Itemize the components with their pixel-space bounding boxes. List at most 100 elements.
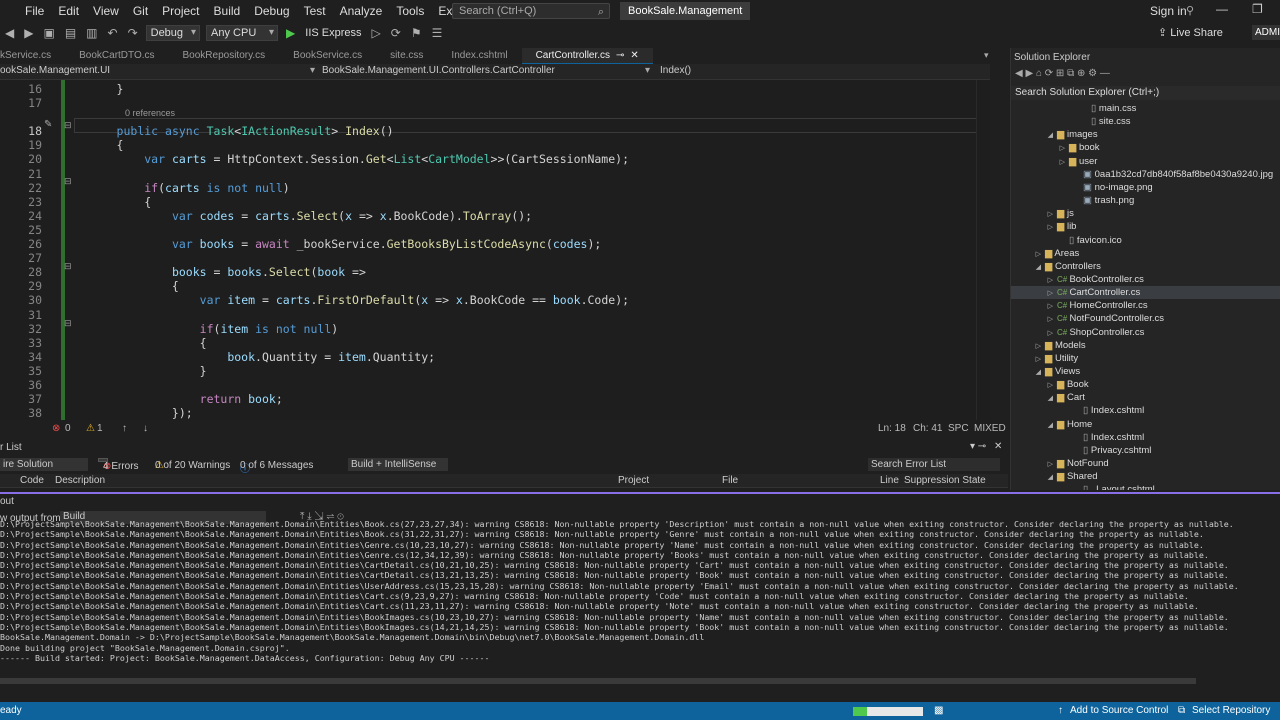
open-icon[interactable]: ▤ xyxy=(60,26,81,40)
code-line[interactable]: var carts = HttpContext.Session.Get<List… xyxy=(75,152,629,166)
tab-index-cshtml[interactable]: Index.cshtml xyxy=(437,48,521,64)
code-line[interactable] xyxy=(75,251,117,265)
live-share-button[interactable]: ⇪ Live Share xyxy=(1158,26,1223,39)
tab-bookcartdto[interactable]: BookCartDTO.cs xyxy=(65,48,168,64)
tree-item[interactable]: ▯ site.css xyxy=(1011,115,1131,128)
solution-explorer-toolbar[interactable]: ◀ ▶ ⌂ ⟳ ⊞ ⧉ ⊕ ⚙ — xyxy=(1015,68,1110,79)
line-ending-mode[interactable]: MIXED xyxy=(974,423,1006,434)
close-tab-icon[interactable]: ✕ xyxy=(630,48,638,63)
nav-forward-icon[interactable]: ▶ xyxy=(19,26,38,40)
tree-item[interactable]: ▷ ▆ Areas xyxy=(1011,247,1080,260)
collapsed-chevron-icon[interactable]: ▷ xyxy=(1011,300,1057,313)
menu-analyze[interactable]: Analyze xyxy=(333,0,390,22)
fold-icon[interactable]: ⊟ xyxy=(64,176,72,187)
select-repository[interactable]: Select Repository xyxy=(1192,705,1270,716)
search-input[interactable]: Search (Ctrl+Q) ⌕ xyxy=(452,3,610,19)
sign-in-link[interactable]: Sign in xyxy=(1150,0,1187,22)
code-line[interactable] xyxy=(75,378,117,392)
comment-icon[interactable]: ☰ xyxy=(427,26,448,40)
tree-item[interactable]: ▣ no-image.png xyxy=(1011,181,1153,194)
fold-icon[interactable]: ⊟ xyxy=(64,261,72,272)
error-scope-select[interactable]: ire Solution xyxy=(0,458,88,471)
run-icon[interactable]: ▶ xyxy=(281,26,300,40)
tab-bookservice-partial[interactable]: kService.cs xyxy=(0,48,65,64)
tree-item[interactable]: ▷ ▆ js xyxy=(1011,207,1074,220)
restore-icon[interactable]: ❐ xyxy=(1252,2,1263,16)
code-line[interactable] xyxy=(75,96,117,110)
collapsed-chevron-icon[interactable]: ▷ xyxy=(1011,340,1045,353)
menu-debug[interactable]: Debug xyxy=(247,0,296,22)
fold-icon[interactable]: ⊟ xyxy=(64,120,72,131)
pin-icon[interactable]: ▾ ⊸ xyxy=(970,441,986,452)
tab-overflow-icon[interactable]: ▾ xyxy=(984,50,989,61)
tab-bookservice[interactable]: BookService.cs xyxy=(279,48,376,64)
class-dropdown[interactable]: BookSale.Management.UI.Controllers.CartC… xyxy=(322,65,555,76)
collapsed-chevron-icon[interactable]: ▷ xyxy=(1011,156,1069,169)
tree-item[interactable]: ▷ C# BookController.cs xyxy=(1011,273,1144,286)
errors-filter-button[interactable]: ⊗ 4 Errors xyxy=(98,458,139,472)
code-line[interactable]: { xyxy=(75,336,207,350)
fold-icon[interactable]: ⊟ xyxy=(64,318,72,329)
warning-count[interactable]: 1 xyxy=(97,423,103,434)
collapsed-chevron-icon[interactable]: ▷ xyxy=(1011,221,1057,234)
col-description[interactable]: Description xyxy=(55,475,105,486)
solution-explorer-search[interactable]: Search Solution Explorer (Ctrl+;) xyxy=(1011,86,1280,100)
menu-project[interactable]: Project xyxy=(155,0,206,22)
code-editor[interactable]: 0 references 16 } 17 18 public async Task… xyxy=(0,80,990,420)
add-to-source-control[interactable]: Add to Source Control xyxy=(1070,705,1168,716)
tree-item[interactable]: ▯ favicon.ico xyxy=(1011,234,1122,247)
tab-cartcontroller[interactable]: CartController.cs ⊸ ✕ xyxy=(521,48,653,64)
tree-item[interactable]: ▣ trash.png xyxy=(1011,194,1134,207)
redo-icon[interactable]: ↷ xyxy=(123,26,143,40)
undo-icon[interactable]: ↶ xyxy=(103,26,123,40)
tree-item[interactable]: ▷ ▆ Utility xyxy=(1011,352,1079,366)
code-line[interactable] xyxy=(75,223,117,237)
spacing-mode[interactable]: SPC xyxy=(948,423,969,434)
collapsed-chevron-icon[interactable]: ▷ xyxy=(1011,287,1057,300)
collapsed-chevron-icon[interactable]: ▷ xyxy=(1011,353,1045,366)
code-line[interactable]: if(carts is not null) xyxy=(75,181,289,195)
new-item-icon[interactable]: ▣ xyxy=(38,26,59,40)
tree-item[interactable]: ▷ ▆ Models xyxy=(1011,339,1086,352)
menu-tools[interactable]: Tools xyxy=(389,0,431,22)
code-line[interactable]: { xyxy=(75,279,179,293)
tree-item[interactable]: ▷ ▆ lib xyxy=(1011,220,1077,234)
code-line[interactable]: }); xyxy=(75,406,193,420)
code-line[interactable]: book.Quantity = item.Quantity; xyxy=(75,350,435,364)
code-line[interactable]: var item = carts.FirstOrDefault(x => x.B… xyxy=(75,293,629,307)
refresh-icon[interactable]: ⟳ xyxy=(386,26,406,40)
collapsed-chevron-icon[interactable]: ▷ xyxy=(1011,208,1057,221)
nav-back-icon[interactable]: ◀ xyxy=(0,26,19,40)
menu-test[interactable]: Test xyxy=(297,0,333,22)
menu-git[interactable]: Git xyxy=(126,0,155,22)
tree-item[interactable]: ▯ Privacy.cshtml xyxy=(1011,444,1151,457)
tree-item[interactable]: ▷ C# HomeController.cs xyxy=(1011,299,1148,312)
tree-item[interactable]: ◢ ▆ images xyxy=(1011,128,1098,141)
tree-item[interactable]: ▷ ▆ book xyxy=(1011,141,1100,154)
tree-item[interactable]: ▷ C# NotFoundController.cs xyxy=(1011,312,1164,325)
tab-site-css[interactable]: site.css xyxy=(376,48,437,64)
code-line[interactable]: books = books.Select(book => xyxy=(75,265,366,279)
tree-item[interactable]: ▷ ▆ Book xyxy=(1011,378,1089,391)
run-target-button[interactable]: IIS Express xyxy=(300,27,366,39)
expanded-chevron-icon[interactable]: ◢ xyxy=(1011,419,1057,432)
code-line[interactable]: var codes = carts.Select(x => x.BookCode… xyxy=(75,209,532,223)
class-dropdown-chevron-icon[interactable]: ▾ xyxy=(645,65,650,76)
expanded-chevron-icon[interactable]: ◢ xyxy=(1011,129,1057,142)
tree-item[interactable]: ◢ ▆ Shared xyxy=(1011,470,1098,483)
expanded-chevron-icon[interactable]: ◢ xyxy=(1011,261,1045,274)
menu-build[interactable]: Build xyxy=(207,0,248,22)
error-count[interactable]: 0 xyxy=(65,423,71,434)
code-line[interactable]: return book; xyxy=(75,392,283,406)
code-line[interactable]: var books = await _bookService.GetBooksB… xyxy=(75,237,601,251)
tree-item[interactable]: ▷ C# ShopController.cs xyxy=(1011,326,1145,339)
col-line[interactable]: Line xyxy=(880,475,899,486)
warning-count-icon[interactable]: ⚠ xyxy=(86,423,95,434)
expanded-chevron-icon[interactable]: ◢ xyxy=(1011,366,1045,379)
tree-item[interactable]: ▷ C# CartController.cs xyxy=(1011,286,1280,300)
code-line[interactable]: { xyxy=(75,195,151,209)
editor-vertical-scrollbar[interactable] xyxy=(976,80,990,420)
notification-icon[interactable]: ▩ xyxy=(934,705,943,716)
menu-file[interactable]: File xyxy=(18,0,51,22)
collapsed-chevron-icon[interactable]: ▷ xyxy=(1011,458,1057,471)
